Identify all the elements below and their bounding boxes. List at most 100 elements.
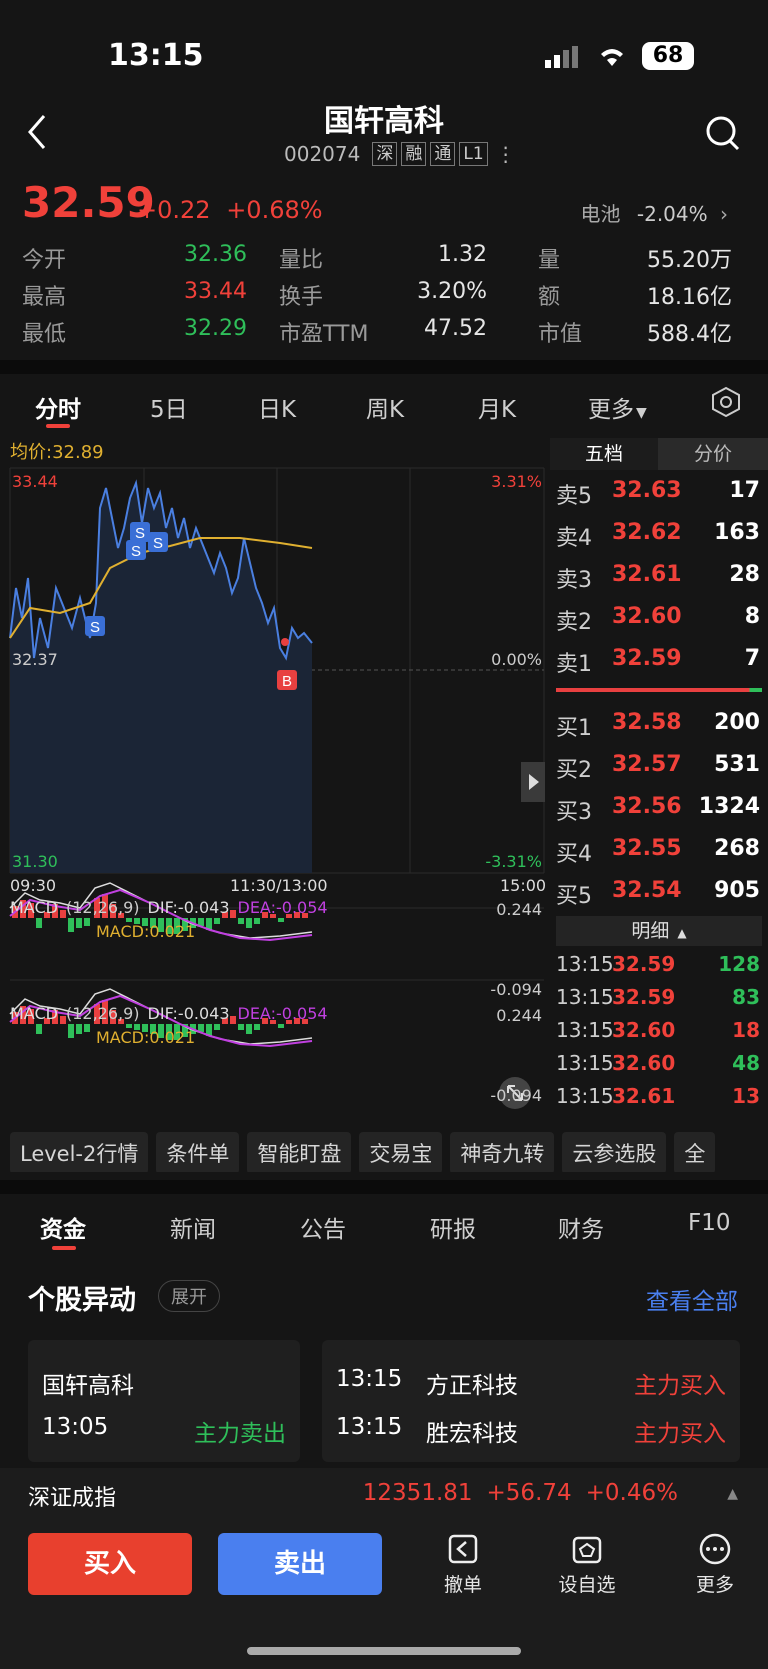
settings-hex-icon[interactable]: [710, 386, 742, 422]
chip-level2[interactable]: Level-2行情: [10, 1132, 149, 1172]
tab-5day[interactable]: 5日: [150, 390, 188, 424]
tab-f10[interactable]: F10: [688, 1210, 731, 1236]
y-ref-label: 32.37: [12, 650, 58, 669]
ask-row[interactable]: 卖3 32.61 28: [556, 562, 764, 598]
tab-more[interactable]: 更多 ▼: [588, 390, 647, 424]
movement-stock-name: 国轩高科: [42, 1373, 134, 1399]
detail-price: 32.60: [612, 1051, 676, 1075]
add-watch-icon: [572, 1536, 602, 1564]
movement-card-left[interactable]: 国轩高科 13:05 主力卖出: [28, 1340, 300, 1462]
info-tab-underline: [52, 1246, 76, 1250]
index-change: +56.74: [486, 1480, 572, 1506]
tab-more-label: 更多: [588, 397, 634, 423]
tab-finance[interactable]: 财务: [558, 1210, 604, 1244]
change-value: +0.22: [137, 196, 211, 224]
intraday-chart[interactable]: S S S S B 均价:32.89 33.44 32.37 31.30 3.3…: [0, 438, 546, 1118]
bid-row[interactable]: 买2 32.57 531: [556, 752, 764, 788]
ask-row[interactable]: 卖4 32.62 163: [556, 520, 764, 556]
bid-row[interactable]: 买4 32.55 268: [556, 836, 764, 872]
ask-label: 卖5: [556, 484, 592, 509]
detail-time: 13:15: [556, 1084, 614, 1108]
tab-capital[interactable]: 资金: [40, 1210, 86, 1244]
tab-intraday[interactable]: 分时: [35, 390, 81, 424]
tab-weekly[interactable]: 周K: [366, 390, 404, 424]
tab-announcements[interactable]: 公告: [300, 1210, 346, 1244]
index-name[interactable]: 深证成指: [28, 1480, 116, 1512]
movement-card-right[interactable]: 13:15 方正科技 主力买入 13:15 胜宏科技 主力买入: [322, 1340, 740, 1462]
more-dots-icon[interactable]: ⋮: [496, 142, 516, 166]
tab-price-dist[interactable]: 分价: [658, 438, 768, 470]
section-divider: [0, 360, 768, 374]
amount-value: 18.16亿: [647, 285, 732, 310]
ask-row[interactable]: 卖1 32.59 7: [556, 646, 764, 682]
stock-code-row[interactable]: 002074 深 融 通 L1 ⋮: [284, 142, 516, 166]
macd-value-1: MACD:0.021: [96, 922, 196, 941]
sector-name: 电池: [580, 202, 621, 226]
collapse-up-icon[interactable]: ▲: [727, 1486, 738, 1502]
detail-price: 32.59: [612, 952, 676, 976]
expand-button[interactable]: 展开: [158, 1280, 220, 1312]
vr-label: 量比: [279, 248, 324, 273]
tab-news[interactable]: 新闻: [170, 1210, 216, 1244]
search-icon[interactable]: [704, 114, 742, 156]
tab-daily[interactable]: 日K: [258, 390, 296, 424]
bid-vol: 268: [714, 836, 760, 861]
bid-label: 买5: [556, 884, 592, 909]
ask-row[interactable]: 卖5 32.63 17: [556, 478, 764, 514]
low-value: 32.29: [184, 316, 247, 341]
buy-button[interactable]: 买入: [28, 1533, 192, 1595]
pct-high-label: 3.31%: [491, 472, 542, 491]
bid-row[interactable]: 买3 32.56 1324: [556, 794, 764, 830]
tag-shen: 深: [372, 142, 398, 166]
bid-label: 买1: [556, 716, 592, 741]
bid-row[interactable]: 买1 32.58 200: [556, 710, 764, 746]
macd-dea-2: DEA:-0.054: [237, 1004, 328, 1023]
detail-vol: 83: [732, 985, 760, 1009]
stock-name: 国轩高科: [324, 104, 444, 139]
chip-conditional-order[interactable]: 条件单: [156, 1132, 240, 1172]
macd-params-1: (12,26,9): [65, 898, 140, 917]
chip-cloud-picks[interactable]: 云参选股: [562, 1132, 667, 1172]
tab-five-levels[interactable]: 五档: [550, 438, 658, 470]
pe-value: 47.52: [424, 316, 487, 341]
chip-nine-turns[interactable]: 神奇九转: [450, 1132, 555, 1172]
ask-vol: 17: [729, 478, 760, 503]
macd-header-1[interactable]: MACD (12,26,9) DIF:-0.043 DEA:-0.054: [10, 898, 328, 917]
bid-price: 32.57: [612, 752, 682, 777]
tab-monthly[interactable]: 月K: [478, 390, 516, 424]
tab-research[interactable]: 研报: [430, 1210, 476, 1244]
signal-icon: [545, 46, 581, 72]
chip-trade-treasure[interactable]: 交易宝: [359, 1132, 443, 1172]
ask-row[interactable]: 卖2 32.60 8: [556, 604, 764, 640]
amount-label: 额: [538, 285, 561, 310]
bid-price: 32.54: [612, 878, 682, 903]
y-low-label: 31.30: [12, 852, 58, 871]
index-quote[interactable]: 12351.81 +56.74 +0.46%: [363, 1480, 678, 1506]
info-tabs: 资金 新闻 公告 研报 财务 F10: [0, 1206, 768, 1256]
high-value: 33.44: [184, 279, 247, 304]
ask-vol: 7: [744, 646, 760, 671]
detail-header[interactable]: 明细 ▲: [556, 916, 762, 946]
tab-underline: [46, 424, 70, 428]
ask-price: 32.63: [612, 478, 682, 503]
mcap-label: 市值: [538, 322, 583, 347]
sector-link[interactable]: 电池 -2.04% ›: [581, 198, 728, 227]
chip-smart-watch[interactable]: 智能盯盘: [247, 1132, 352, 1172]
pct-low-label: -3.31%: [485, 852, 542, 871]
chart-tabs: 分时 5日 日K 周K 月K 更多 ▼: [0, 380, 768, 434]
macd-header-2[interactable]: MACD (12,26,9) DIF:-0.043 DEA:-0.054: [10, 1004, 328, 1023]
pe-label: 市盈TTM: [279, 322, 369, 347]
add-watch-label: 设自选: [558, 1574, 616, 1596]
bid-label: 买2: [556, 758, 592, 783]
sell-button[interactable]: 卖出: [218, 1533, 382, 1595]
macd-label-1: MACD: [10, 898, 58, 917]
cancel-order-action[interactable]: 撤单: [418, 1532, 508, 1597]
add-watch-action[interactable]: 设自选: [542, 1532, 632, 1597]
chip-more[interactable]: 全: [674, 1132, 716, 1172]
vol-label: 量: [538, 248, 561, 273]
bid-row[interactable]: 买5 32.54 905: [556, 878, 764, 914]
detail-time: 13:15: [556, 985, 614, 1009]
view-all-link[interactable]: 查看全部: [646, 1282, 738, 1316]
more-action[interactable]: 更多: [670, 1532, 760, 1597]
ask-price: 32.59: [612, 646, 682, 671]
